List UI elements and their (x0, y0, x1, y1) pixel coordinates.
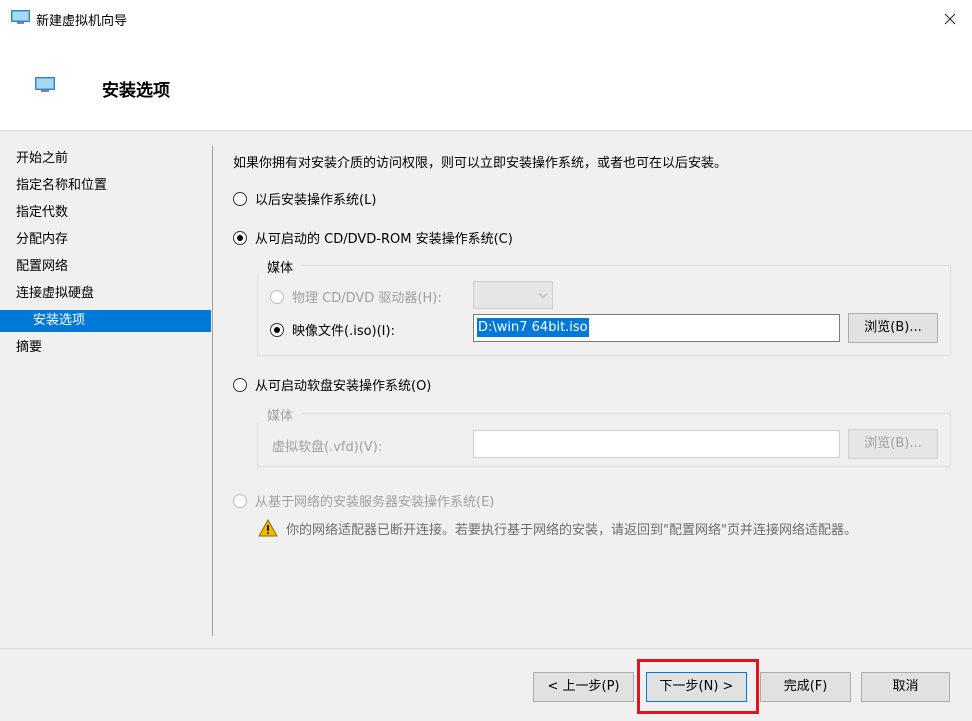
sidebar-item-memory[interactable]: 分配内存 (0, 229, 211, 251)
hyper-v-vm-icon (35, 77, 55, 92)
close-icon[interactable] (936, 6, 964, 32)
sidebar-item-generation[interactable]: 指定代数 (0, 202, 211, 224)
option-install-floppy-label: 从可启动软盘安装操作系统(O) (255, 379, 432, 394)
previous-button[interactable]: < 上一步(P) (533, 672, 634, 702)
sidebar-item-installation-options[interactable]: 安装选项 (0, 310, 211, 332)
finish-button[interactable]: 完成(F) (760, 672, 851, 702)
page-title: 安装选项 (102, 81, 170, 101)
option-physical-drive[interactable]: 物理 CD/DVD 驱动器(H): (270, 287, 442, 306)
option-install-floppy[interactable]: 从可启动软盘安装操作系统(O) (233, 375, 431, 394)
iso-path-input[interactable]: D:\win7 64bit.iso (473, 314, 840, 342)
radio-install-network[interactable] (233, 493, 247, 508)
option-install-network-label: 从基于网络的安装服务器安装操作系统(E) (255, 495, 495, 510)
window-title: 新建虚拟机向导 (36, 14, 128, 29)
option-install-network[interactable]: 从基于网络的安装服务器安装操作系统(E) (233, 491, 494, 510)
radio-install-cd-dvd[interactable] (233, 230, 247, 245)
option-image-file[interactable]: 映像文件(.iso)(I): (270, 320, 395, 339)
floppy-media-group-label: 媒体 (267, 409, 294, 424)
network-warning-text: 你的网络适配器已断开连接。若要执行基于网络的安装，请返回到"配置网络"页并连接网… (286, 523, 857, 538)
title-bar: 新建虚拟机向导 (0, 0, 972, 38)
hyper-v-vm-icon (11, 10, 30, 24)
cancel-button[interactable]: 取消 (861, 672, 950, 702)
next-button-highlight (637, 659, 759, 714)
radio-install-floppy[interactable] (233, 377, 247, 392)
cd-media-group-label: 媒体 (267, 261, 294, 276)
option-install-later-label: 以后安装操作系统(L) (255, 193, 377, 208)
browse-iso-button[interactable]: 浏览(B)... (848, 313, 938, 343)
browse-vfd-button[interactable]: 浏览(B)... (848, 429, 938, 459)
iso-path-value: D:\win7 64bit.iso (477, 318, 589, 337)
vfd-label: 虚拟软盘(.vfd)(V): (272, 440, 383, 455)
option-install-cd-dvd-label: 从可启动的 CD/DVD-ROM 安装操作系统(C) (255, 232, 513, 247)
floppy-group-bottom-border (257, 466, 950, 467)
radio-image-file[interactable] (270, 322, 284, 337)
chevron-down-icon (538, 289, 548, 299)
option-install-cd-dvd[interactable]: 从可启动的 CD/DVD-ROM 安装操作系统(C) (233, 228, 513, 247)
radio-physical-drive[interactable] (270, 289, 284, 304)
sidebar-item-virtual-disk[interactable]: 连接虚拟硬盘 (0, 283, 211, 305)
cd-group-bottom-border (257, 355, 950, 356)
cd-group-right-border (950, 265, 951, 355)
physical-drive-label: 物理 CD/DVD 驱动器(H): (292, 291, 442, 306)
wizard-header: 安装选项 (0, 38, 972, 130)
sidebar-item-before-you-begin[interactable]: 开始之前 (0, 148, 211, 170)
image-file-label: 映像文件(.iso)(I): (292, 324, 395, 339)
floppy-group-left-border (257, 423, 258, 466)
warning-icon (258, 519, 278, 537)
floppy-group-top-border (302, 413, 950, 414)
radio-install-later[interactable] (233, 191, 247, 206)
sidebar-separator (212, 146, 213, 636)
cd-group-top-border (302, 265, 950, 266)
intro-text: 如果你拥有对安装介质的访问权限，则可以立即安装操作系统，或者也可在以后安装。 (233, 156, 728, 171)
floppy-group-right-border (950, 413, 951, 466)
cd-group-left-border (257, 275, 258, 355)
option-install-later[interactable]: 以后安装操作系统(L) (233, 189, 376, 208)
vfd-path-input[interactable] (473, 430, 840, 458)
sidebar-item-name-location[interactable]: 指定名称和位置 (0, 175, 211, 197)
sidebar-item-summary[interactable]: 摘要 (0, 337, 211, 359)
sidebar-item-networking[interactable]: 配置网络 (0, 256, 211, 278)
physical-drive-dropdown[interactable] (473, 281, 553, 309)
